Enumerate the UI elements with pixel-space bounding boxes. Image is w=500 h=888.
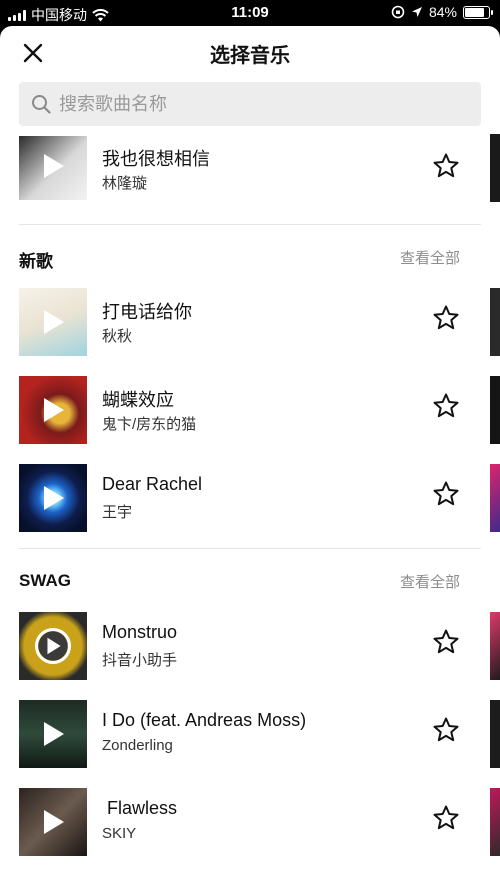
song-title: 打电话给你 [102, 302, 192, 322]
next-page-cover [490, 788, 500, 856]
favorite-star-icon[interactable] [432, 716, 460, 744]
song-title: I Do (feat. Andreas Moss) [102, 710, 307, 730]
status-bar: 中国移动 11:09 84% [0, 0, 500, 26]
phone-screen: 中国移动 11:09 84% 选择音乐 搜索歌曲名称 我也很想相信 林隆璇 新歌… [0, 0, 500, 888]
song-artist: 王宇 [102, 504, 133, 521]
song-artist: Zonderling [102, 737, 173, 754]
view-all-link[interactable]: 查看全部 [400, 247, 460, 268]
favorite-star-icon[interactable] [432, 628, 460, 656]
album-cover[interactable] [19, 288, 87, 356]
location-icon [411, 7, 422, 17]
song-title: Flawless [102, 798, 178, 818]
song-row[interactable]: 我也很想相信 林隆璇 [0, 126, 500, 224]
album-cover[interactable] [19, 136, 87, 200]
song-row[interactable]: I Do (feat. Andreas Moss) Zonderling [0, 690, 500, 778]
search-bar[interactable] [19, 82, 481, 126]
song-row[interactable]: 蝴蝶效应 鬼卞/房东的猫 [0, 366, 500, 454]
song-title: Monstruo [102, 622, 178, 642]
play-icon [37, 306, 69, 338]
search-input[interactable] [59, 93, 459, 115]
song-row[interactable]: Monstruo 抖音小助手 [0, 602, 500, 690]
next-page-cover [490, 464, 500, 532]
song-list: 我也很想相信 林隆璇 新歌 查看全部 打电话给你 秋秋 蝴蝶效应 鬼卞/房东的猫… [0, 126, 500, 866]
favorite-star-icon[interactable] [432, 480, 460, 508]
battery-percent: 84% [428, 4, 457, 20]
play-icon [37, 718, 69, 750]
section-title: SWAG [19, 571, 71, 590]
next-page-cover [490, 376, 500, 444]
view-all-link[interactable]: 查看全部 [400, 571, 460, 592]
battery-icon [463, 5, 493, 19]
song-artist: 鬼卞/房东的猫 [102, 416, 197, 433]
album-cover[interactable] [19, 788, 87, 856]
favorite-star-icon[interactable] [432, 304, 460, 332]
album-cover[interactable] [19, 376, 87, 444]
album-cover[interactable] [19, 700, 87, 768]
favorite-star-icon[interactable] [432, 804, 460, 832]
page-title: 选择音乐 [210, 45, 290, 67]
favorite-star-icon[interactable] [432, 392, 460, 420]
next-page-cover [490, 134, 500, 202]
song-artist: 林隆璇 [102, 175, 148, 192]
song-artist: SKIY [102, 825, 137, 842]
song-row[interactable]: Dear Rachel 王宇 [0, 454, 500, 542]
next-page-cover [490, 700, 500, 768]
song-title: 我也很想相信 [102, 149, 210, 169]
play-icon [37, 150, 69, 182]
play-icon [37, 482, 69, 514]
music-picker-sheet: 选择音乐 我也很想相信 林隆璇 [0, 26, 500, 888]
song-title: 蝴蝶效应 [102, 390, 174, 410]
song-row[interactable]: 打电话给你 秋秋 [0, 278, 500, 366]
album-cover[interactable] [19, 612, 87, 680]
next-page-cover [490, 288, 500, 356]
play-icon [37, 806, 69, 838]
rotation-lock-icon [391, 5, 405, 19]
section-title: 新歌 [19, 252, 53, 271]
favorite-star-icon[interactable] [432, 152, 460, 180]
play-icon [35, 628, 71, 664]
play-icon [37, 394, 69, 426]
album-cover[interactable] [19, 464, 87, 532]
song-artist: 抖音小助手 [102, 652, 178, 669]
song-row[interactable]: Flawless SKIY [0, 778, 500, 866]
search-icon [32, 95, 51, 114]
sheet-header: 选择音乐 [0, 26, 500, 78]
next-page-cover [490, 612, 500, 680]
section-header-new-songs: 新歌 查看全部 [0, 225, 500, 278]
song-title: Dear Rachel [102, 474, 203, 494]
song-artist: 秋秋 [102, 328, 133, 345]
section-header-swag: SWAG 查看全部 [0, 549, 500, 602]
